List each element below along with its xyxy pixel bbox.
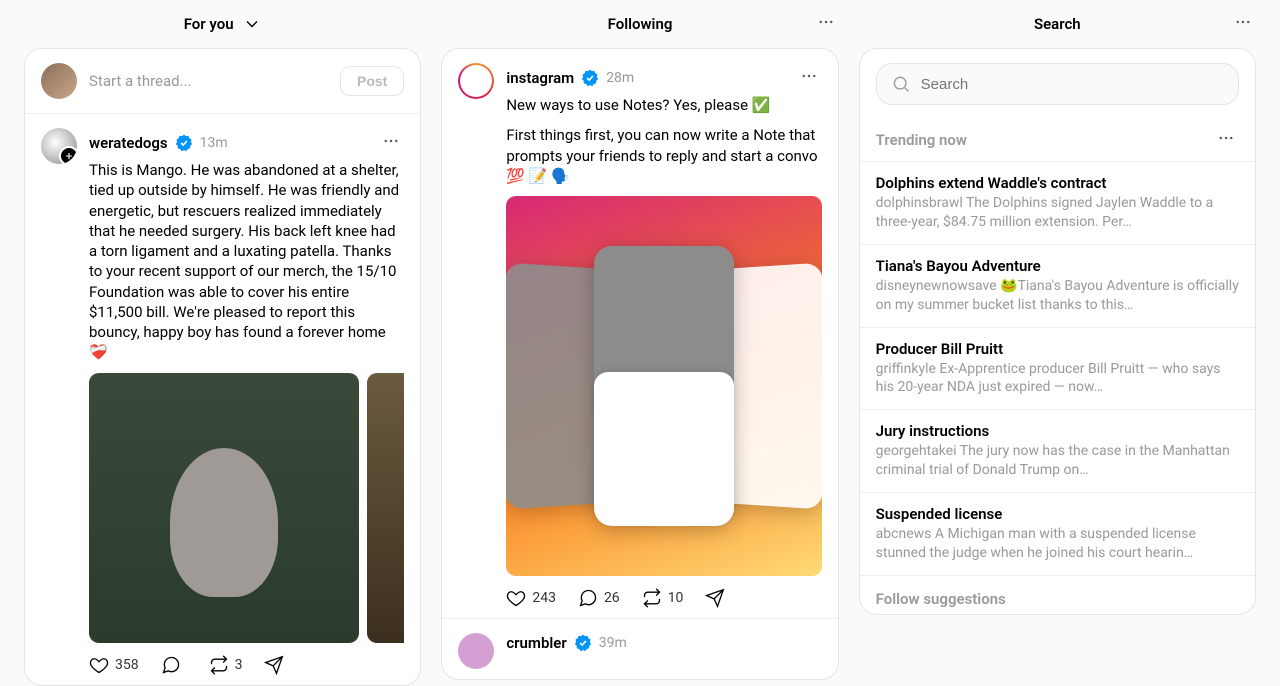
- reply-button[interactable]: 26: [578, 588, 620, 608]
- trend-source: griffinkyle: [876, 361, 936, 377]
- verified-icon: [580, 68, 600, 88]
- trend-desc: georgehtakei The jury now has the case i…: [876, 442, 1239, 480]
- post-image[interactable]: [367, 373, 404, 643]
- reply-icon: [161, 655, 181, 675]
- search-card: Trending now Dolphins extend Waddle's co…: [859, 48, 1256, 615]
- column-more-button[interactable]: [1230, 9, 1256, 39]
- composer: Start a thread... Post: [25, 49, 420, 113]
- trend-source: georgehtakei: [876, 443, 957, 459]
- reply-icon: [578, 588, 598, 608]
- avatar[interactable]: [458, 633, 494, 669]
- reply-count: 26: [604, 590, 620, 606]
- post-image[interactable]: [506, 196, 821, 576]
- like-button[interactable]: 243: [506, 588, 556, 608]
- post: instagram 28m New ways to use Notes? Yes…: [442, 49, 837, 618]
- like-count: 243: [532, 590, 556, 606]
- username[interactable]: instagram: [506, 69, 574, 87]
- trend-desc: abcnews A Michigan man with a suspended …: [876, 525, 1239, 563]
- trend-desc: griffinkyle Ex-Apprentice producer Bill …: [876, 360, 1239, 398]
- post-text: This is Mango. He was abandoned at a she…: [89, 160, 404, 363]
- repost-count: 10: [668, 590, 684, 606]
- timestamp: 28m: [606, 70, 634, 86]
- post-actions: 358 3: [41, 655, 404, 675]
- repost-button[interactable]: 10: [642, 588, 684, 608]
- post-button[interactable]: Post: [340, 66, 404, 96]
- trending-more-button[interactable]: [1213, 125, 1239, 155]
- trend-item[interactable]: Producer Bill Pruitt griffinkyle Ex-Appr…: [860, 327, 1255, 410]
- trend-item[interactable]: Tiana's Bayou Adventure disneynewnowsave…: [860, 244, 1255, 327]
- trend-source: disneynewnowsave: [876, 278, 997, 294]
- search-box[interactable]: [876, 63, 1239, 105]
- for-you-card: Start a thread... Post weratedogs 13m Th…: [24, 48, 421, 686]
- post: weratedogs 13m This is Mango. He was aba…: [25, 113, 420, 685]
- follow-suggestions-header: Follow suggestions: [860, 575, 1255, 614]
- trend-title: Suspended license: [876, 505, 1239, 523]
- verified-icon: [174, 133, 194, 153]
- avatar[interactable]: [458, 63, 494, 99]
- column-following: Following instagram 28m New ways to use …: [441, 0, 838, 686]
- column-title: Search: [1034, 15, 1081, 33]
- share-button[interactable]: [705, 588, 725, 608]
- trending-header: Trending now: [860, 111, 1255, 161]
- repost-count: 3: [235, 657, 243, 673]
- post-text: New ways to use Notes? Yes, please ✅: [506, 95, 821, 115]
- post-media[interactable]: [506, 196, 821, 576]
- avatar[interactable]: [41, 128, 77, 164]
- column-header-for-you[interactable]: For you: [24, 0, 421, 48]
- trend-title: Producer Bill Pruitt: [876, 340, 1239, 358]
- post-actions: 243 26 10: [458, 588, 821, 608]
- verified-icon: [573, 633, 593, 653]
- trend-desc: dolphinsbrawl The Dolphins signed Jaylen…: [876, 194, 1239, 232]
- repost-icon: [209, 655, 229, 675]
- search-icon: [891, 74, 911, 94]
- send-icon: [705, 588, 725, 608]
- trend-source: dolphinsbrawl: [876, 195, 963, 211]
- column-header-search: Search: [859, 0, 1256, 48]
- username[interactable]: crumbler: [506, 634, 566, 652]
- trend-title: Dolphins extend Waddle's contract: [876, 174, 1239, 192]
- post-media[interactable]: [89, 373, 404, 643]
- column-more-button[interactable]: [813, 9, 839, 39]
- reply-button[interactable]: [161, 655, 187, 675]
- post-more-button[interactable]: [378, 128, 404, 158]
- timestamp: 13m: [200, 135, 228, 151]
- column-search: Search Trending now Dolphins extend Wadd…: [859, 0, 1256, 686]
- like-button[interactable]: 358: [89, 655, 139, 675]
- column-header-following: Following: [441, 0, 838, 48]
- avatar[interactable]: [41, 63, 77, 99]
- column-for-you: For you Start a thread... Post weratedog…: [24, 0, 421, 686]
- post-more-button[interactable]: [796, 63, 822, 93]
- post-text: First things first, you can now write a …: [506, 125, 821, 186]
- repost-button[interactable]: 3: [209, 655, 243, 675]
- trend-item[interactable]: Suspended license abcnews A Michigan man…: [860, 492, 1255, 575]
- composer-input[interactable]: Start a thread...: [89, 72, 328, 90]
- like-count: 358: [115, 657, 139, 673]
- post: crumbler 39m: [442, 618, 837, 679]
- username[interactable]: weratedogs: [89, 134, 168, 152]
- column-title: Following: [608, 15, 673, 33]
- trend-desc: disneynewnowsave 🐸Tiana's Bayou Adventur…: [876, 277, 1239, 315]
- column-title: For you: [184, 15, 234, 33]
- trend-item[interactable]: Jury instructions georgehtakei The jury …: [860, 409, 1255, 492]
- trend-title: Tiana's Bayou Adventure: [876, 257, 1239, 275]
- timestamp: 39m: [599, 635, 627, 651]
- trend-source: abcnews: [876, 526, 932, 542]
- share-button[interactable]: [264, 655, 284, 675]
- heart-icon: [89, 655, 109, 675]
- heart-icon: [506, 588, 526, 608]
- send-icon: [264, 655, 284, 675]
- chevron-down-icon[interactable]: [242, 14, 262, 34]
- search-input[interactable]: [921, 76, 1224, 93]
- repost-icon: [642, 588, 662, 608]
- trend-title: Jury instructions: [876, 422, 1239, 440]
- post-image[interactable]: [89, 373, 359, 643]
- following-card: instagram 28m New ways to use Notes? Yes…: [441, 48, 838, 680]
- trend-item[interactable]: Dolphins extend Waddle's contract dolphi…: [860, 161, 1255, 244]
